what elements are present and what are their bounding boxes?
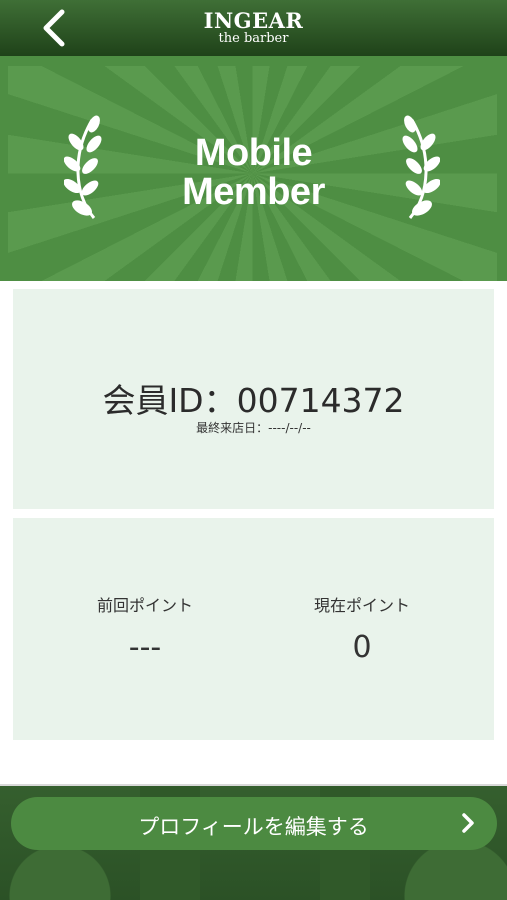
member-id: 会員ID：00714372 bbox=[102, 381, 405, 420]
current-points-value: 0 bbox=[352, 630, 372, 665]
points-card bbox=[13, 518, 494, 740]
last-visit-date: 最終来店日：----/--/-- bbox=[196, 421, 311, 435]
brand-logo-text: INGEAR bbox=[203, 8, 304, 33]
previous-points-value: --- bbox=[128, 630, 162, 665]
edit-profile-label: プロフィールを編集する bbox=[138, 815, 369, 839]
banner-title-line2: Member bbox=[182, 171, 325, 213]
app-header: INGEAR the barber bbox=[0, 0, 507, 56]
chevron-right-icon bbox=[462, 813, 474, 833]
mobile-member-banner: Mobile Member bbox=[0, 56, 507, 281]
current-points-label: 現在ポイント bbox=[313, 596, 410, 615]
brand-logo-subtext: the barber bbox=[218, 31, 289, 46]
previous-points-label: 前回ポイント bbox=[96, 596, 193, 615]
banner-title-line1: Mobile bbox=[194, 132, 313, 174]
